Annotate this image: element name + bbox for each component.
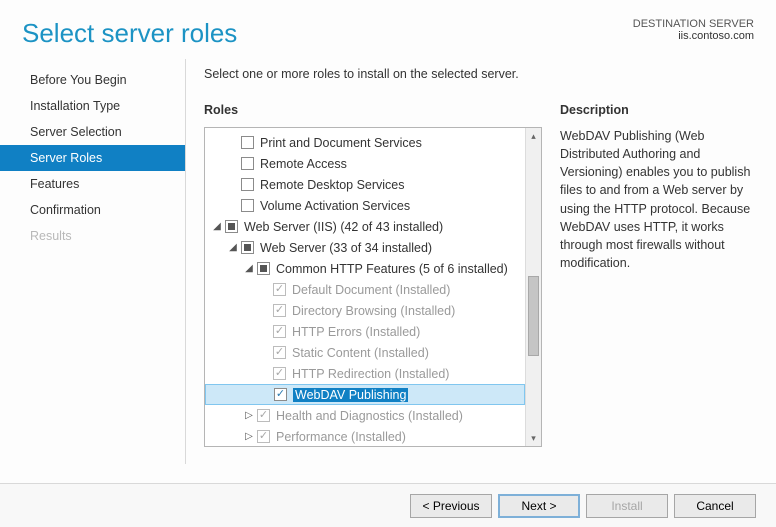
tree-node[interactable]: ◢ Web Server (IIS) (42 of 43 installed) <box>205 216 525 237</box>
scroll-thumb[interactable] <box>528 276 539 356</box>
next-button[interactable]: Next > <box>498 494 580 518</box>
checkbox <box>257 430 270 443</box>
destination-info: DESTINATION SERVER iis.contoso.com <box>633 18 754 42</box>
nav-item-features[interactable]: Features <box>0 171 185 197</box>
tree-node[interactable]: Volume Activation Services <box>205 195 525 216</box>
tree-node[interactable]: Static Content (Installed) <box>205 342 525 363</box>
collapse-icon[interactable]: ◢ <box>227 242 239 253</box>
tree-node-label: Volume Activation Services <box>260 199 410 213</box>
expand-icon[interactable]: ▷ <box>243 431 255 442</box>
tree-node-label: WebDAV Publishing <box>293 388 408 402</box>
checkbox[interactable] <box>274 388 287 401</box>
install-button: Install <box>586 494 668 518</box>
checkbox <box>273 346 286 359</box>
checkbox <box>273 283 286 296</box>
wizard-footer: < Previous Next > Install Cancel <box>0 483 776 527</box>
previous-button[interactable]: < Previous <box>410 494 492 518</box>
tree-node-label: Remote Access <box>260 157 347 171</box>
tree-node[interactable]: Remote Access <box>205 153 525 174</box>
tree-node[interactable]: ▷ Performance (Installed) <box>205 426 525 446</box>
tree-node-label: Common HTTP Features (5 of 6 installed) <box>276 262 508 276</box>
checkbox[interactable] <box>225 220 238 233</box>
tree-node[interactable]: Print and Document Services <box>205 132 525 153</box>
tree-node-label: Static Content (Installed) <box>292 346 429 360</box>
destination-value: iis.contoso.com <box>633 30 754 42</box>
expand-icon[interactable]: ▷ <box>243 410 255 421</box>
roles-heading: Roles <box>204 103 542 117</box>
nav-item-server-roles[interactable]: Server Roles <box>0 145 185 171</box>
checkbox[interactable] <box>257 262 270 275</box>
checkbox[interactable] <box>241 178 254 191</box>
nav-item-results: Results <box>0 223 185 249</box>
tree-node[interactable]: HTTP Redirection (Installed) <box>205 363 525 384</box>
page-title: Select server roles <box>22 18 237 49</box>
tree-node-label: HTTP Errors (Installed) <box>292 325 420 339</box>
scrollbar[interactable]: ▴ ▾ <box>525 128 541 446</box>
nav-item-server-selection[interactable]: Server Selection <box>0 119 185 145</box>
cancel-button[interactable]: Cancel <box>674 494 756 518</box>
checkbox <box>273 304 286 317</box>
tree-node-label: Directory Browsing (Installed) <box>292 304 455 318</box>
checkbox[interactable] <box>241 136 254 149</box>
nav-item-before-you-begin[interactable]: Before You Begin <box>0 67 185 93</box>
tree-node-label: Remote Desktop Services <box>260 178 405 192</box>
instruction-text: Select one or more roles to install on t… <box>204 67 756 81</box>
tree-node-label: Print and Document Services <box>260 136 422 150</box>
tree-node[interactable]: HTTP Errors (Installed) <box>205 321 525 342</box>
tree-node[interactable]: ◢ Web Server (33 of 34 installed) <box>205 237 525 258</box>
checkbox <box>273 367 286 380</box>
tree-node-label: Performance (Installed) <box>276 430 406 444</box>
tree-node-label: Web Server (33 of 34 installed) <box>260 241 432 255</box>
scroll-down-icon[interactable]: ▾ <box>526 430 541 446</box>
tree-node[interactable]: WebDAV Publishing <box>205 384 525 405</box>
description-heading: Description <box>560 103 756 117</box>
nav-item-confirmation[interactable]: Confirmation <box>0 197 185 223</box>
tree-node[interactable]: Remote Desktop Services <box>205 174 525 195</box>
collapse-icon[interactable]: ◢ <box>243 263 255 274</box>
tree-node[interactable]: Directory Browsing (Installed) <box>205 300 525 321</box>
tree-node-label: Health and Diagnostics (Installed) <box>276 409 463 423</box>
checkbox[interactable] <box>241 241 254 254</box>
tree-node-label: HTTP Redirection (Installed) <box>292 367 449 381</box>
checkbox[interactable] <box>241 157 254 170</box>
collapse-icon[interactable]: ◢ <box>211 221 223 232</box>
tree-node-label: Web Server (IIS) (42 of 43 installed) <box>244 220 443 234</box>
checkbox[interactable] <box>241 199 254 212</box>
checkbox <box>257 409 270 422</box>
tree-node[interactable]: Default Document (Installed) <box>205 279 525 300</box>
roles-tree-container: Print and Document Services Remote Access… <box>204 127 542 447</box>
roles-tree[interactable]: Print and Document Services Remote Access… <box>205 128 525 446</box>
wizard-nav: Before You BeginInstallation TypeServer … <box>0 59 185 464</box>
tree-node[interactable]: ▷ Health and Diagnostics (Installed) <box>205 405 525 426</box>
destination-label: DESTINATION SERVER <box>633 18 754 30</box>
description-text: WebDAV Publishing (Web Distributed Autho… <box>560 127 756 272</box>
tree-node[interactable]: ◢ Common HTTP Features (5 of 6 installed) <box>205 258 525 279</box>
tree-node-label: Default Document (Installed) <box>292 283 450 297</box>
checkbox <box>273 325 286 338</box>
nav-item-installation-type[interactable]: Installation Type <box>0 93 185 119</box>
scroll-up-icon[interactable]: ▴ <box>526 128 541 144</box>
